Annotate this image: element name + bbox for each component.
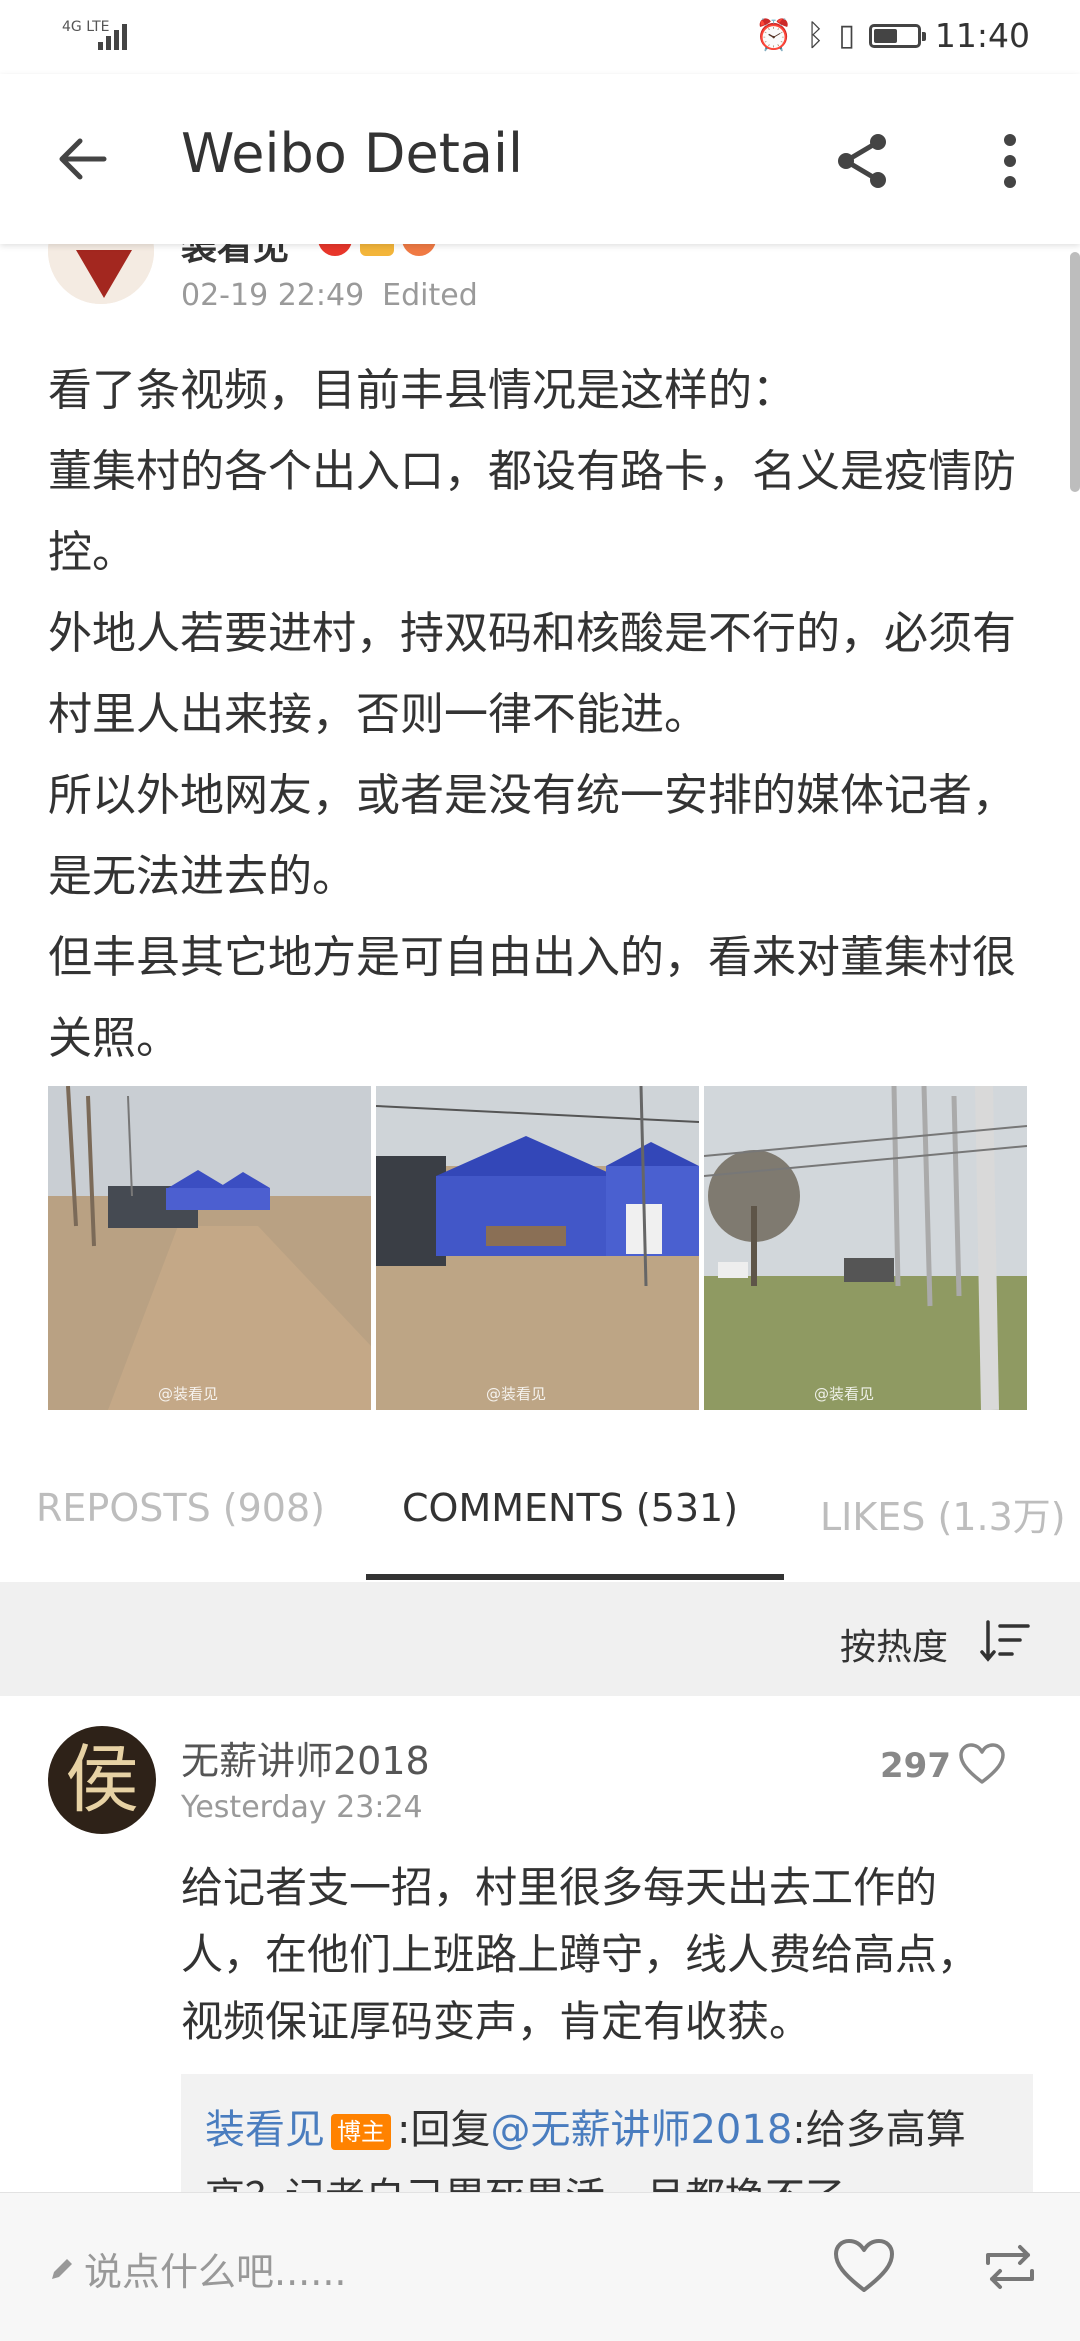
comment-time: Yesterday 23:24 bbox=[181, 1790, 423, 1825]
compose-placeholder: 说点什么吧...... bbox=[84, 2250, 347, 2294]
status-bar: 4G LTE ⏰ ᛒ ▯ 11:40 bbox=[0, 0, 1080, 74]
sort-icon[interactable] bbox=[980, 1620, 1030, 1662]
image-watermark: @装看见 bbox=[486, 1385, 547, 1403]
scrollbar[interactable] bbox=[1070, 252, 1080, 492]
post-paragraph: 所以外地网友，或者是没有统一安排的媒体记者，是无法进去的。 bbox=[48, 770, 1016, 902]
share-icon[interactable] bbox=[828, 126, 898, 196]
author-name[interactable]: 装看见 bbox=[181, 244, 289, 270]
commenter-name[interactable]: 无薪讲师2018 bbox=[181, 1730, 430, 1785]
comment-item: 侯 无薪讲师2018 Yesterday 23:24 297 给记者支一招，村里… bbox=[0, 1696, 1080, 2274]
page-title: Weibo Detail bbox=[181, 122, 524, 185]
post-images: @装看见 @装看见 @装看见 bbox=[48, 1086, 1027, 1410]
active-tab-indicator bbox=[366, 1574, 784, 1580]
like-heart-icon[interactable] bbox=[832, 2237, 896, 2295]
tab-comments[interactable]: COMMENTS (531) bbox=[402, 1486, 738, 1530]
reply-prefix: :回复 bbox=[397, 2107, 491, 2153]
tab-likes[interactable]: LIKES (1.3万) bbox=[820, 1486, 1066, 1541]
image-watermark: @装看见 bbox=[158, 1385, 219, 1403]
comment-like-heart-icon[interactable] bbox=[958, 1742, 1006, 1786]
signal-icon bbox=[98, 20, 127, 50]
post-paragraph: 看了条视频，目前丰县情况是这样的： bbox=[48, 365, 796, 416]
comment-text: 给记者支一招，村里很多每天出去工作的人，在他们上班路上蹲守，线人费给高点，视频保… bbox=[181, 1863, 980, 2046]
battery-icon bbox=[868, 23, 926, 48]
author-avatar[interactable] bbox=[48, 244, 154, 304]
post-meta: 02-19 22:49 Edited bbox=[181, 278, 478, 313]
post-image-1[interactable]: @装看见 bbox=[48, 1086, 371, 1410]
clock: 11:40 bbox=[934, 16, 1030, 55]
edited-label: Edited bbox=[382, 278, 478, 313]
post-tabs: REPOSTS (908) COMMENTS (531) LIKES (1.3万… bbox=[0, 1440, 1080, 1580]
pencil-icon bbox=[52, 2258, 72, 2279]
alarm-icon: ⏰ bbox=[755, 18, 793, 53]
verified-badge-icon bbox=[318, 244, 352, 256]
bottom-action-bar: 说点什么吧...... bbox=[0, 2192, 1080, 2341]
image-watermark: @装看见 bbox=[814, 1385, 875, 1403]
back-arrow-icon[interactable] bbox=[48, 124, 118, 194]
post-image-2[interactable]: @装看见 bbox=[376, 1086, 699, 1410]
more-options-icon[interactable] bbox=[980, 126, 1040, 196]
bluetooth-icon: ᛒ bbox=[806, 18, 825, 53]
post-paragraph: 外地人若要进村，持双码和核酸是不行的，必须有村里人出来接，否则一律不能进。 bbox=[48, 608, 1016, 740]
commenter-avatar[interactable]: 侯 bbox=[48, 1726, 156, 1834]
author-badges bbox=[318, 244, 436, 256]
comment-compose-field[interactable]: 说点什么吧...... bbox=[48, 2241, 346, 2296]
post-body: 看了条视频，目前丰县情况是这样的： 董集村的各个出入口，都设有路卡，名义是疫情防… bbox=[48, 350, 1038, 1079]
post-paragraph: 董集村的各个出入口，都设有路卡，名义是疫情防控。 bbox=[48, 446, 1016, 578]
sort-by-hot-button[interactable]: 按热度 bbox=[840, 1618, 948, 1670]
reply-mention[interactable]: @无薪讲师2018 bbox=[490, 2107, 792, 2153]
level-badge-icon bbox=[360, 244, 394, 256]
post-paragraph: 但丰县其它地方是可自由出入的，看来对董集村很关照。 bbox=[48, 932, 1016, 1064]
comment-like-count: 297 bbox=[880, 1746, 951, 1786]
reply-author[interactable]: 装看见 bbox=[205, 2107, 325, 2153]
fan-badge-icon bbox=[402, 244, 436, 256]
post-header: 装看见 02-19 22:49 Edited bbox=[0, 244, 1080, 330]
app-bar: Weibo Detail bbox=[0, 74, 1080, 244]
repost-icon[interactable] bbox=[980, 2237, 1040, 2297]
post-date: 02-19 22:49 bbox=[181, 278, 365, 313]
post-image-3[interactable]: @装看见 bbox=[704, 1086, 1027, 1410]
sort-bar: 按热度 bbox=[0, 1582, 1080, 1696]
vibrate-icon: ▯ bbox=[838, 18, 855, 53]
host-badge: 博主 bbox=[331, 2114, 391, 2150]
tab-reposts[interactable]: REPOSTS (908) bbox=[36, 1486, 325, 1530]
